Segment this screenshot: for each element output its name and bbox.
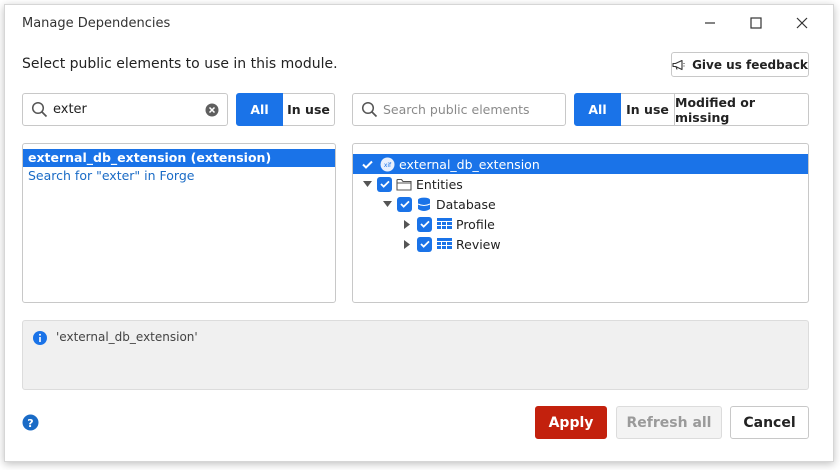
node-checkbox[interactable] — [360, 157, 375, 172]
elements-filter-all[interactable]: All — [574, 93, 621, 126]
manage-dependencies-dialog: Manage Dependencies Select public elemen… — [4, 4, 834, 462]
minimize-icon — [705, 22, 715, 24]
folder-icon — [396, 176, 412, 192]
give-feedback-label: Give us feedback — [692, 57, 808, 72]
tree-node-label: Profile — [456, 216, 495, 232]
module-filter-toggle: All In use — [236, 93, 335, 126]
minimize-button[interactable] — [695, 11, 725, 35]
checkmark-icon — [419, 240, 430, 248]
entity-table-icon — [436, 236, 452, 252]
checkmark-icon — [379, 180, 390, 188]
close-button[interactable] — [787, 11, 817, 35]
search-icon — [31, 101, 49, 119]
maximize-button[interactable] — [741, 11, 771, 35]
tree-node-label: Review — [456, 236, 501, 252]
tree-node-entities[interactable]: Entities — [362, 174, 463, 194]
expand-caret-icon[interactable] — [402, 239, 412, 249]
module-search-field: exter — [22, 93, 228, 126]
node-checkbox[interactable] — [417, 236, 432, 252]
instructions-text: Select public elements to use in this mo… — [22, 56, 338, 72]
elements-tree: xif external_db_extension Entities Datab… — [352, 143, 809, 303]
elements-filter-modified-or-missing[interactable]: Modified or missing — [675, 93, 809, 126]
module-filter-in-use[interactable]: In use — [283, 93, 335, 126]
module-filter-all[interactable]: All — [236, 93, 283, 126]
node-checkbox[interactable] — [397, 196, 412, 212]
info-bar: 'external_db_extension' — [22, 320, 809, 390]
close-icon — [796, 17, 808, 29]
info-text: 'external_db_extension' — [56, 330, 198, 344]
node-checkbox[interactable] — [417, 216, 432, 232]
list-item[interactable]: external_db_extension (extension) — [23, 149, 335, 167]
database-icon — [416, 196, 432, 212]
tree-node-profile[interactable]: Profile — [402, 214, 495, 234]
entity-table-icon — [436, 216, 452, 232]
help-icon[interactable]: ? — [22, 414, 39, 431]
node-checkbox[interactable] — [377, 176, 392, 192]
give-feedback-button[interactable]: Give us feedback — [671, 52, 809, 77]
checkmark-icon — [399, 200, 410, 208]
expand-caret-icon[interactable] — [402, 219, 412, 229]
checkmark-icon — [419, 220, 430, 228]
tree-node-review[interactable]: Review — [402, 234, 501, 254]
elements-filter-toggle: All In use Modified or missing — [574, 93, 809, 126]
checkmark-icon — [362, 160, 373, 169]
elements-search-input[interactable]: Search public elements — [383, 102, 565, 117]
tree-node-label: external_db_extension — [399, 156, 540, 172]
tree-node-label: Entities — [416, 176, 463, 192]
cancel-button[interactable]: Cancel — [730, 406, 809, 439]
tree-node-external-db-extension[interactable]: xif external_db_extension — [353, 154, 808, 174]
search-icon — [361, 101, 379, 119]
svg-text:?: ? — [27, 417, 33, 430]
expand-caret-icon[interactable] — [382, 199, 392, 209]
title-bar: Manage Dependencies — [5, 5, 833, 41]
expand-caret-icon[interactable] — [362, 179, 372, 189]
elements-filter-in-use[interactable]: In use — [621, 93, 675, 126]
dialog-title: Manage Dependencies — [22, 16, 171, 31]
extension-icon: xif — [379, 156, 395, 172]
info-icon — [33, 331, 47, 345]
tree-node-database[interactable]: Database — [382, 194, 496, 214]
svg-text:xif: xif — [383, 162, 391, 169]
module-list: external_db_extension (extension) Search… — [22, 143, 336, 303]
module-search-input[interactable]: exter — [53, 102, 205, 117]
megaphone-icon — [672, 59, 685, 70]
refresh-all-button[interactable]: Refresh all — [616, 406, 722, 439]
clear-search-icon[interactable] — [205, 103, 219, 117]
forge-search-link[interactable]: Search for "exter" in Forge — [23, 167, 335, 185]
apply-button[interactable]: Apply — [535, 406, 607, 439]
tree-node-label: Database — [436, 196, 496, 212]
maximize-icon — [750, 17, 762, 29]
elements-search-field: Search public elements — [352, 93, 566, 126]
